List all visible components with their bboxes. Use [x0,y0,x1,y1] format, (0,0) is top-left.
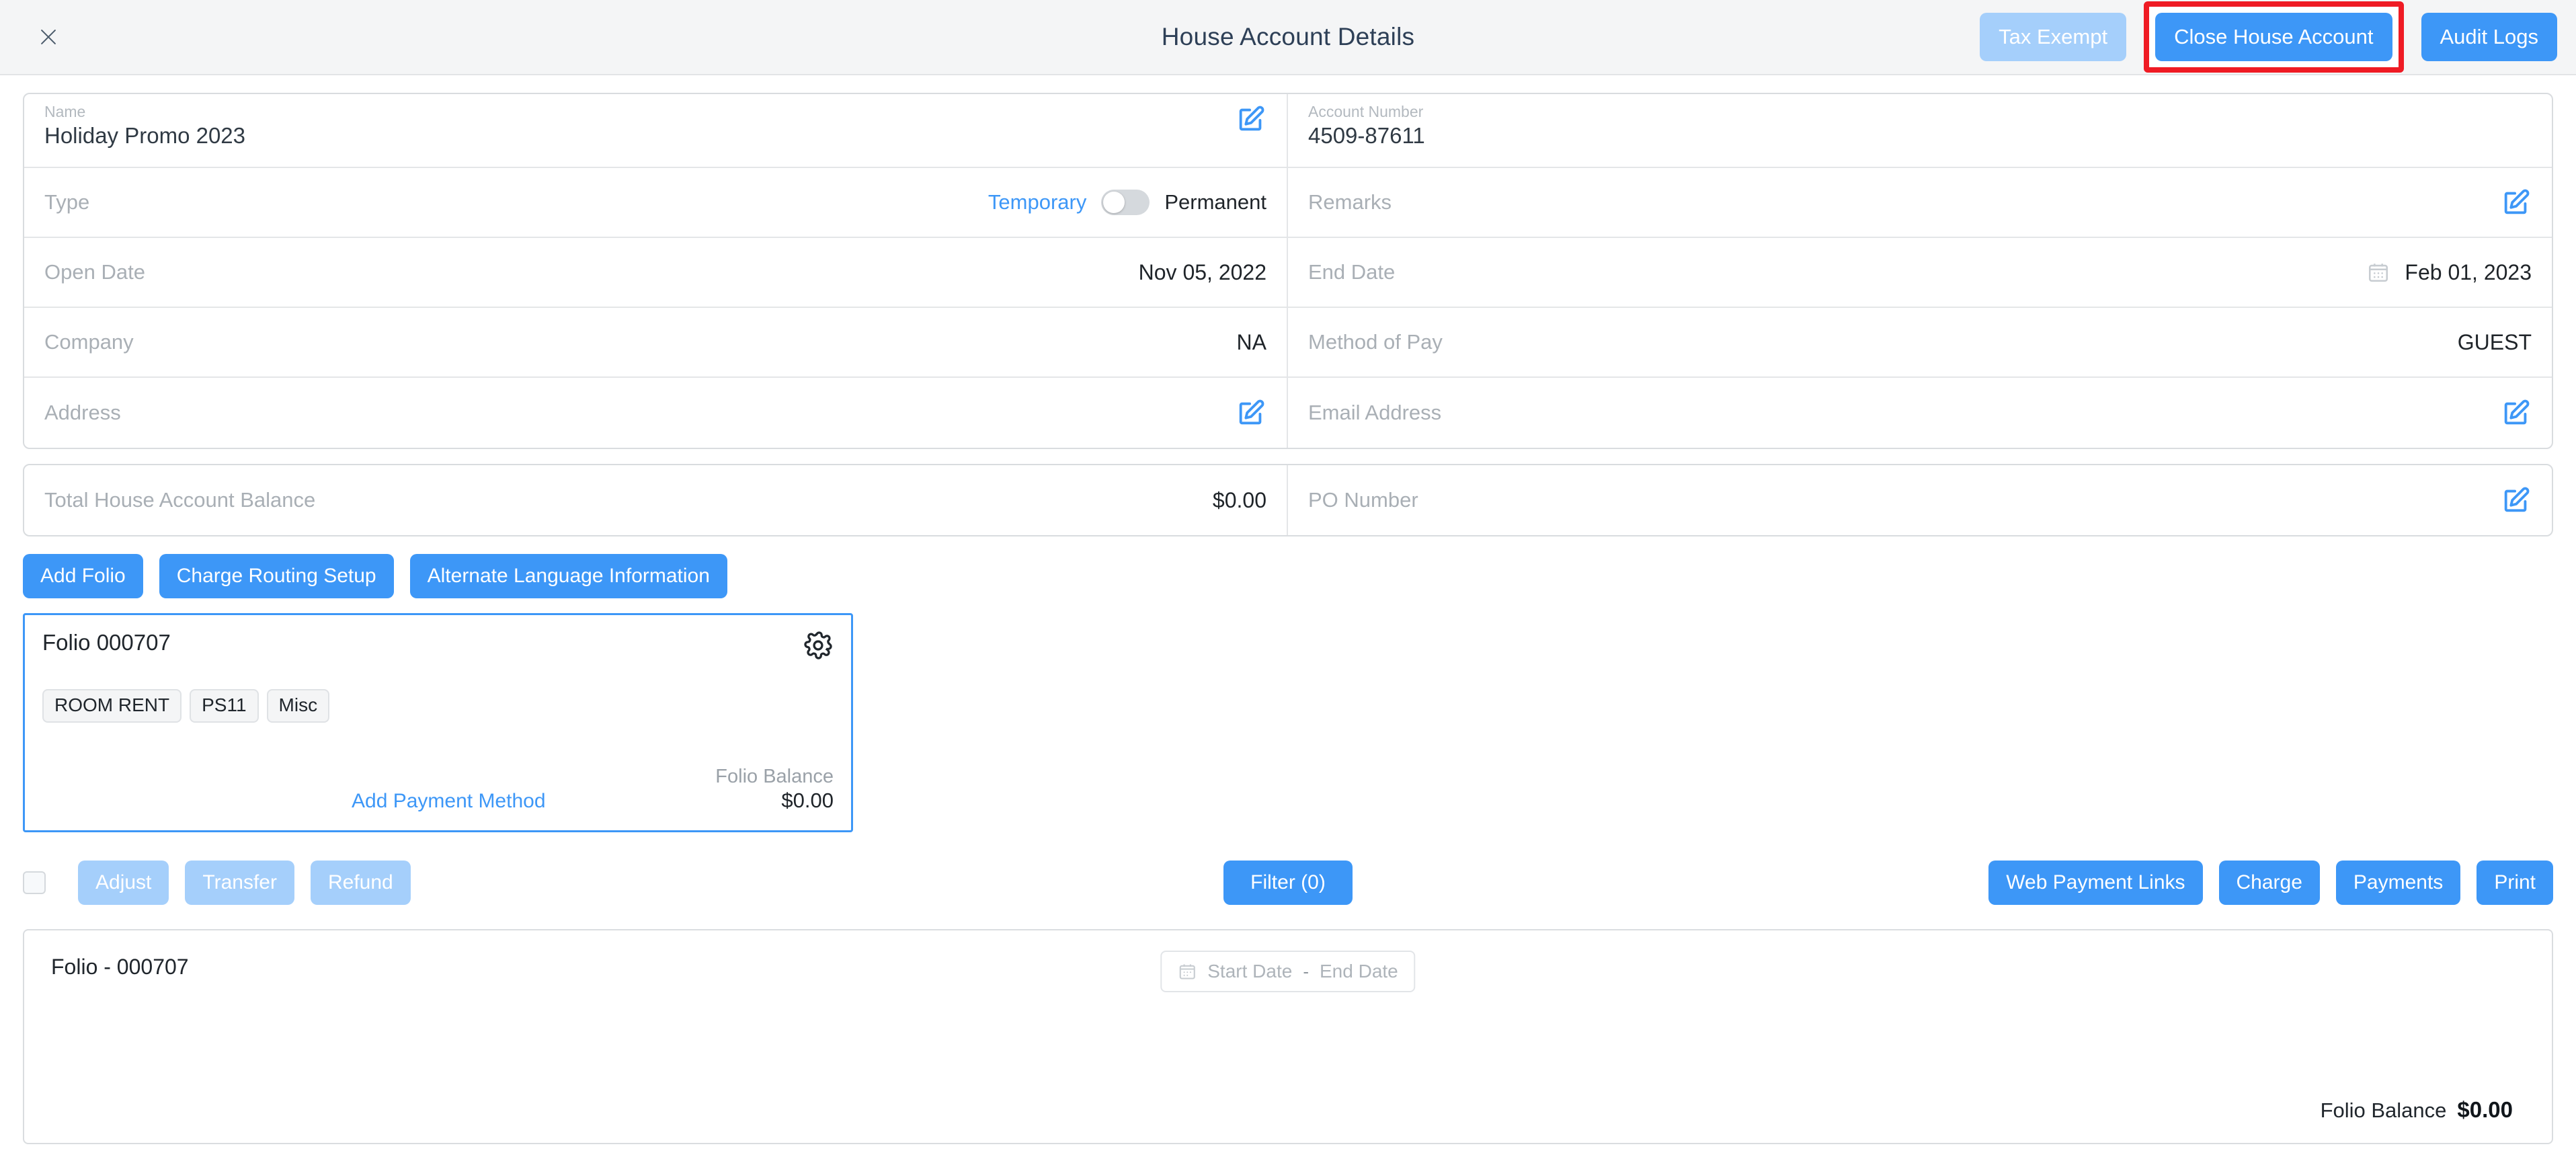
field-address: Address [24,378,1288,448]
close-icon[interactable] [30,18,67,56]
field-po-number-label: PO Number [1308,488,1418,512]
folio-tag[interactable]: PS11 [190,689,259,723]
field-address-label: Address [44,401,121,424]
folio-detail-header: Folio - 000707 Start Date - End Date [51,951,2525,993]
payments-button[interactable]: Payments [2335,861,2461,906]
calendar-icon [1178,962,1197,981]
field-remarks-label: Remarks [1308,190,1392,214]
field-method-of-pay: Method of Pay GUEST [1288,308,2552,378]
field-account-number: Account Number 4509-87611 [1288,94,2552,168]
folio-tag[interactable]: ROOM RENT [42,689,182,723]
field-account-number-label: Account Number [1308,103,1424,120]
web-payment-links-button[interactable]: Web Payment Links [1988,861,2203,906]
folio-detail-panel: Folio - 000707 Start Date - End Date Fol… [23,929,2553,1144]
field-name: Name Holiday Promo 2023 [24,94,1288,168]
field-account-number-value: 4509-87611 [1308,123,1425,149]
folio-card-title: Folio 000707 [42,630,171,655]
field-total-balance-value: $0.00 [1212,487,1266,512]
field-company-value: NA [1236,329,1266,354]
adjust-button[interactable]: Adjust [78,861,169,906]
print-button[interactable]: Print [2477,861,2553,906]
tax-exempt-button[interactable]: Tax Exempt [1980,13,2127,61]
folio-tag[interactable]: Misc [266,689,330,723]
folio-balance: Folio Balance $0.00 [715,764,834,813]
field-name-text: Name Holiday Promo 2023 [44,104,245,148]
folio-card-footer: Add Payment Method Folio Balance $0.00 [42,764,834,813]
type-toggle-group: Temporary Permanent [988,190,1266,215]
edit-icon[interactable] [2501,397,2532,428]
field-total-balance-label: Total House Account Balance [44,488,316,512]
field-name-value: Holiday Promo 2023 [44,123,245,149]
folio-card-header: Folio 000707 [42,630,834,661]
type-option-temporary[interactable]: Temporary [988,190,1086,214]
date-range-separator: - [1303,961,1309,982]
folio-balance-label: Folio Balance [715,766,834,787]
refund-button[interactable]: Refund [310,861,411,906]
charge-routing-setup-button[interactable]: Charge Routing Setup [159,554,394,598]
alternate-language-information-button[interactable]: Alternate Language Information [409,554,727,598]
folio-detail-balance-value: $0.00 [2457,1097,2513,1122]
folio-detail-balance-label: Folio Balance [2320,1098,2447,1122]
transfer-button[interactable]: Transfer [185,861,294,906]
toolbar-left-group: Adjust Transfer Refund [23,861,411,906]
type-option-permanent[interactable]: Permanent [1164,190,1266,214]
folio-toolbar: Adjust Transfer Refund Filter (0) Web Pa… [23,856,2553,909]
add-payment-method-link[interactable]: Add Payment Method [352,790,546,813]
select-all-checkbox[interactable] [23,871,46,895]
folio-action-buttons: Add Folio Charge Routing Setup Alternate… [23,554,2553,598]
start-date-input[interactable]: Start Date [1207,961,1292,982]
page-body: Name Holiday Promo 2023 Account Number 4… [0,75,2576,1159]
field-account-number-text: Account Number 4509-87611 [1308,104,1425,148]
edit-icon[interactable] [1236,104,1266,134]
field-end-date: End Date Feb 01, 2023 [1288,238,2552,308]
calendar-icon[interactable] [2367,261,2390,284]
house-account-details-page: House Account Details Tax Exempt Close H… [0,0,2576,1159]
page-header: House Account Details Tax Exempt Close H… [0,0,2576,75]
close-house-account-highlight: Close House Account [2144,1,2404,73]
field-end-date-value: Feb 01, 2023 [2405,259,2532,284]
field-name-label: Name [44,103,86,120]
edit-icon[interactable] [1236,397,1266,428]
field-remarks: Remarks [1288,168,2552,238]
account-details-card: Name Holiday Promo 2023 Account Number 4… [23,93,2553,449]
edit-icon[interactable] [2501,485,2532,516]
header-actions: Tax Exempt Close House Account Audit Log… [1980,1,2557,73]
field-company: Company NA [24,308,1288,378]
audit-logs-button[interactable]: Audit Logs [2421,13,2557,61]
field-type-label: Type [44,190,90,214]
gear-icon[interactable] [803,630,834,661]
toolbar-right-group: Web Payment Links Charge Payments Print [1988,861,2553,906]
field-open-date-label: Open Date [44,260,145,284]
folio-card[interactable]: Folio 000707 ROOM RENT PS11 Misc Add Pay… [23,613,853,833]
charge-button[interactable]: Charge [2218,861,2320,906]
field-method-of-pay-value: GUEST [2457,329,2532,354]
balance-po-card: Total House Account Balance $0.00 PO Num… [23,464,2553,536]
add-folio-button[interactable]: Add Folio [23,554,143,598]
toggle-knob [1103,192,1125,213]
field-total-balance: Total House Account Balance $0.00 [24,465,1288,535]
field-company-label: Company [44,330,134,354]
folio-detail-footer: Folio Balance $0.00 [51,1097,2525,1123]
type-toggle-switch[interactable] [1101,190,1150,215]
filter-button[interactable]: Filter (0) [1223,861,1353,906]
folio-balance-value: $0.00 [781,789,834,813]
folio-detail-title: Folio - 000707 [51,955,189,980]
field-end-date-label: End Date [1308,260,1396,284]
edit-icon[interactable] [2501,187,2532,218]
field-email-address-label: Email Address [1308,401,1442,424]
field-method-of-pay-label: Method of Pay [1308,330,1443,354]
field-open-date: Open Date Nov 05, 2022 [24,238,1288,308]
field-email-address: Email Address [1288,378,2552,448]
close-house-account-button[interactable]: Close House Account [2155,13,2392,61]
field-type: Type Temporary Permanent [24,168,1288,238]
field-po-number: PO Number [1288,465,2552,535]
field-open-date-value: Nov 05, 2022 [1138,259,1266,284]
date-range-picker[interactable]: Start Date - End Date [1160,951,1416,993]
folio-tag-list: ROOM RENT PS11 Misc [42,689,834,723]
end-date-input[interactable]: End Date [1320,961,1398,982]
